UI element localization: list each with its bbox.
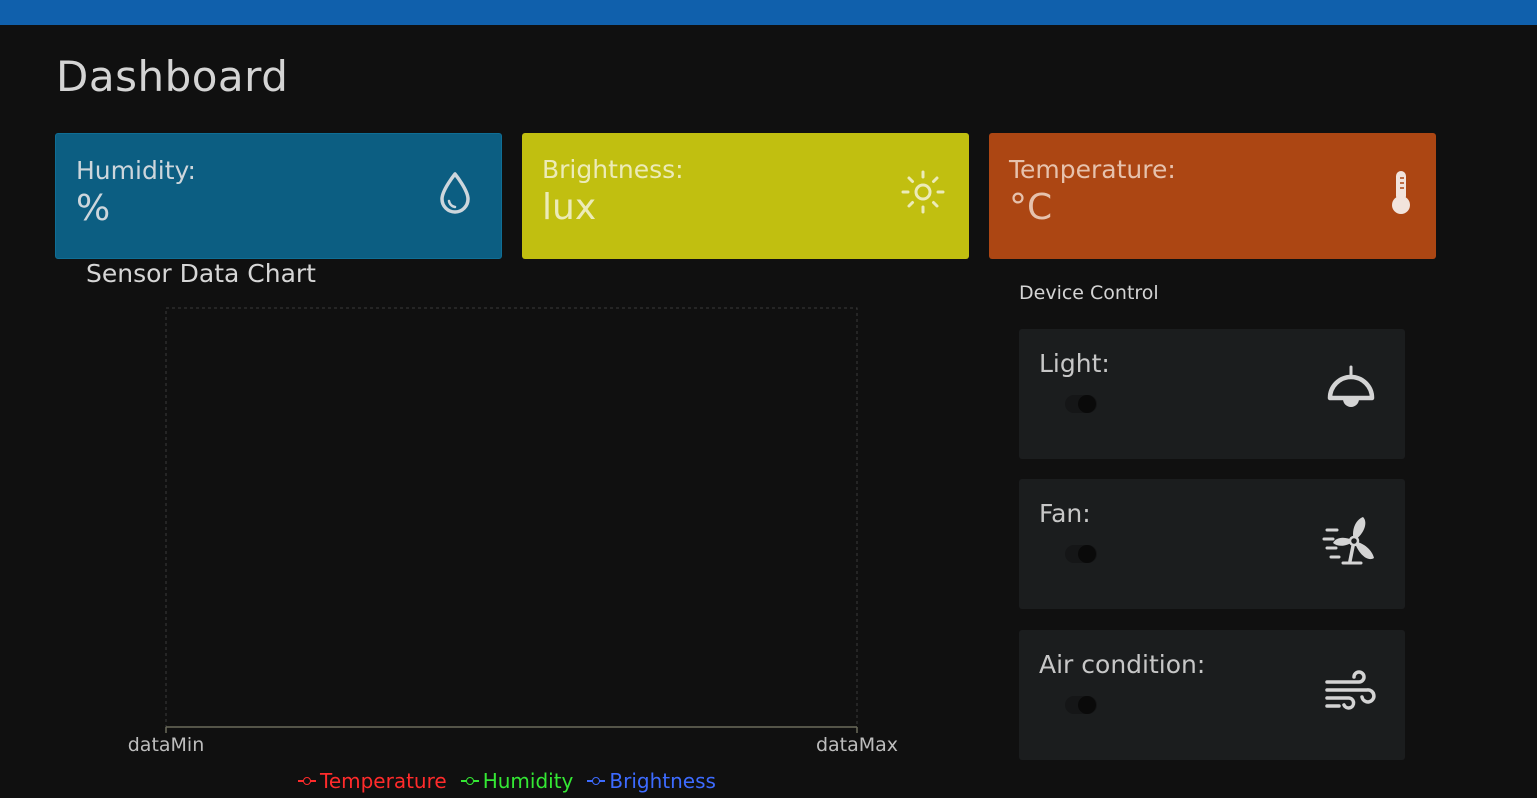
chart-grid: [165, 307, 858, 728]
legend-humidity-label: Humidity: [482, 769, 574, 793]
air-condition-toggle-knob: [1078, 696, 1096, 714]
wind-icon: [1325, 670, 1376, 710]
fan-icon: [1322, 517, 1374, 565]
sun-icon: [901, 170, 945, 214]
humidity-card: Humidity: %: [55, 133, 502, 259]
fan-control-card: Fan:: [1019, 479, 1405, 609]
thermometer-icon: [1392, 171, 1410, 214]
temperature-label: Temperature:: [1009, 155, 1176, 184]
light-toggle[interactable]: [1065, 395, 1097, 413]
chart-x-tick-label: dataMin: [128, 734, 205, 756]
chart-grid-frame: [165, 307, 858, 728]
air-condition-control-card: Air condition:: [1019, 630, 1405, 760]
legend-humidity[interactable]: Humidity: [460, 767, 574, 795]
humidity-unit: %: [76, 188, 111, 229]
legend-humidity-marker: [460, 775, 479, 787]
legend-brightness[interactable]: Brightness: [587, 767, 716, 795]
fan-label: Fan:: [1039, 499, 1091, 528]
fan-toggle-knob: [1078, 545, 1096, 563]
top-bar: [0, 0, 1537, 25]
chart-legend: Temperature Humidity Brightness: [298, 767, 716, 795]
fan-toggle[interactable]: [1065, 545, 1097, 563]
brightness-label: Brightness:: [542, 155, 684, 184]
legend-brightness-label: Brightness: [609, 769, 716, 793]
legend-temperature[interactable]: Temperature: [298, 767, 447, 795]
light-toggle-knob: [1078, 395, 1096, 413]
chart-x-ticks: dataMin dataMax: [128, 727, 898, 756]
droplet-icon: [440, 172, 470, 214]
humidity-label: Humidity:: [76, 156, 196, 185]
air-condition-label: Air condition:: [1039, 650, 1206, 679]
legend-temperature-marker: [298, 775, 316, 787]
device-control-title: Device Control: [1019, 282, 1159, 304]
air-condition-toggle[interactable]: [1065, 696, 1097, 714]
temperature-card: Temperature: °C: [989, 133, 1436, 259]
legend-temperature-label: Temperature: [320, 769, 447, 793]
chart-title: Sensor Data Chart: [86, 259, 316, 288]
brightness-card: Brightness: lux: [522, 133, 969, 259]
brightness-unit: lux: [542, 187, 597, 228]
page-title: Dashboard: [56, 52, 289, 101]
light-label: Light:: [1039, 349, 1110, 378]
light-control-card: Light:: [1019, 329, 1405, 459]
temperature-unit: °C: [1009, 187, 1053, 228]
ceiling-lamp-icon: [1327, 365, 1375, 407]
chart-x-tick-label: dataMax: [816, 734, 898, 756]
legend-brightness-marker: [587, 775, 606, 787]
sensor-chart: dataMin dataMax: [128, 307, 898, 756]
